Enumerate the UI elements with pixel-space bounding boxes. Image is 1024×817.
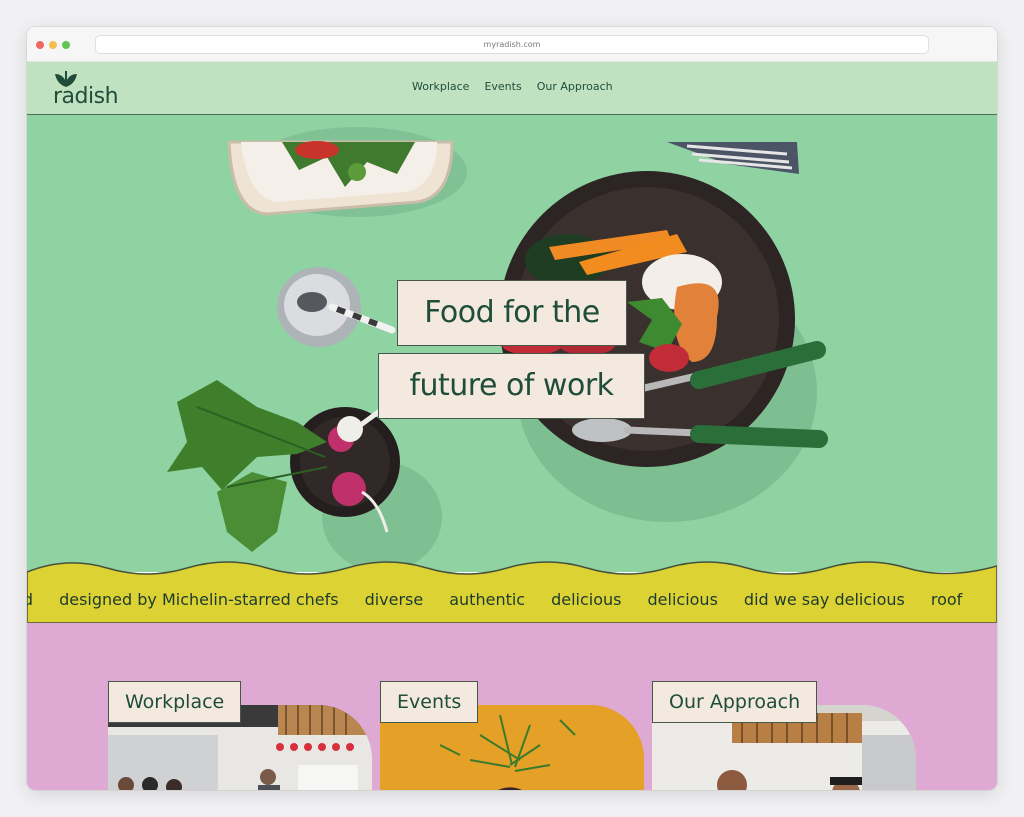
nav-link-events[interactable]: Events <box>484 80 521 93</box>
minimize-window-button[interactable] <box>49 41 57 49</box>
hero-headline-line-2: future of work <box>378 353 645 419</box>
nav-link-our-approach[interactable]: Our Approach <box>537 80 613 93</box>
ticker-item: delicious <box>647 590 718 609</box>
ticker-item: roof <box>930 590 963 609</box>
close-window-button[interactable] <box>36 41 44 49</box>
hero-headline-line-1: Food for the <box>397 280 627 346</box>
ticker-item: ered <box>27 590 34 609</box>
logo-text: radish <box>53 84 119 109</box>
nav-links: Workplace Events Our Approach <box>412 80 613 93</box>
browser-chrome: myradish.com <box>27 27 997 62</box>
card-events[interactable]: Events <box>380 681 644 790</box>
nav-link-workplace[interactable]: Workplace <box>412 80 469 93</box>
top-navigation: radish Workplace Events Our Approach <box>27 62 997 115</box>
hero-section: radish Workplace Events Our Approach Foo… <box>27 62 997 572</box>
card-label-workplace[interactable]: Workplace <box>108 681 242 723</box>
browser-window: myradish.com radish Workplace Events Our… <box>27 27 997 790</box>
card-label-our-approach[interactable]: Our Approach <box>652 681 818 723</box>
ticker-marquee: ered designed by Michelin-starred chefs … <box>27 585 997 615</box>
web-page: radish Workplace Events Our Approach Foo… <box>27 62 997 790</box>
radish-logo[interactable]: radish <box>53 70 125 110</box>
ticker-item: authentic <box>449 590 526 609</box>
card-label-events[interactable]: Events <box>380 681 479 723</box>
ticker-track: ered designed by Michelin-starred chefs … <box>27 585 962 615</box>
maximize-window-button[interactable] <box>62 41 70 49</box>
ticker-item: delicious <box>551 590 622 609</box>
sections-showcase: Workplace Events Our Approach <box>27 622 997 790</box>
card-our-approach[interactable]: Our Approach <box>652 681 916 790</box>
ticker-item: diverse <box>364 590 424 609</box>
card-workplace[interactable]: Workplace <box>108 681 372 790</box>
address-bar[interactable]: myradish.com <box>95 35 929 54</box>
ticker-item: designed by Michelin-starred chefs <box>59 590 339 609</box>
ticker-item: did we say delicious <box>743 590 905 609</box>
